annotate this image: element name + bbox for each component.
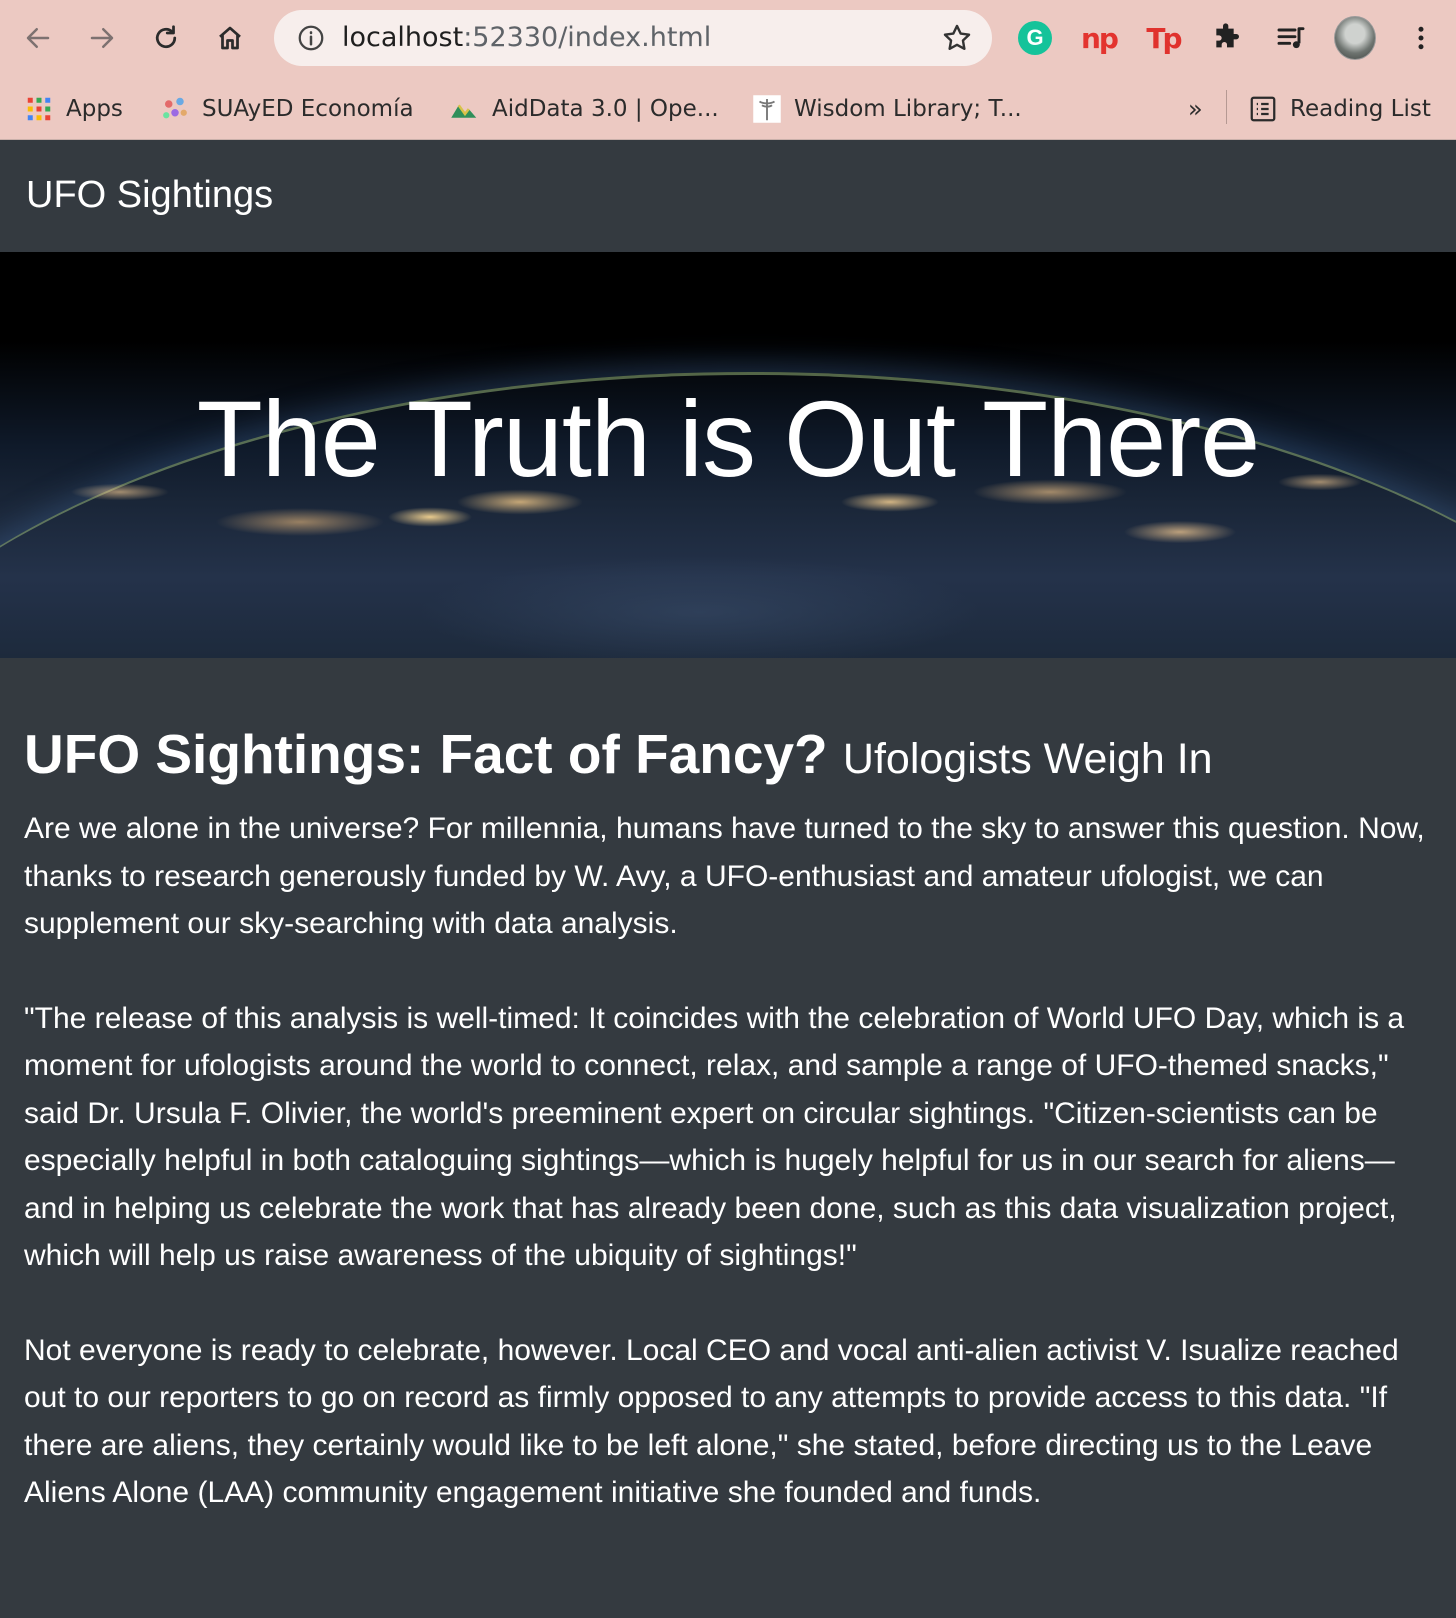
arrow-right-icon <box>90 28 114 48</box>
bookmark-suayed[interactable]: SUAyED Economía <box>160 90 414 128</box>
url-text[interactable]: localhost:52330/index.html <box>342 22 711 53</box>
bookmarks-bar: Apps SUAyED Economía AidData 3.0 | Ope..… <box>0 78 1456 140</box>
home-button[interactable] <box>208 16 252 60</box>
hero-banner: The Truth is Out There <box>0 252 1456 658</box>
bookmarks-overflow-button[interactable]: » <box>1188 90 1203 128</box>
browser-toolbar: localhost:52330/index.html G np Tp <box>0 0 1456 78</box>
bookmark-label: AidData 3.0 | Ope... <box>492 96 719 122</box>
bookmarks-separator <box>1226 90 1227 124</box>
site-info-icon[interactable] <box>296 23 326 53</box>
tp-icon: Tp <box>1146 21 1182 55</box>
extensions-button[interactable] <box>1206 17 1248 59</box>
article: UFO Sightings: Fact of Fancy? Ufologists… <box>24 720 1434 1517</box>
media-button[interactable] <box>1270 17 1312 59</box>
forward-button[interactable] <box>80 16 124 60</box>
reload-button[interactable] <box>144 16 188 60</box>
extensions-puzzle-icon <box>1216 23 1239 48</box>
wisdom-library-icon <box>753 95 781 123</box>
article-headline: UFO Sightings: Fact of Fancy? Ufologists… <box>24 720 1434 793</box>
profile-button[interactable] <box>1334 16 1376 60</box>
np-icon: np <box>1081 21 1119 55</box>
bookmark-label: Apps <box>66 96 123 122</box>
bookmark-label: SUAyED Economía <box>202 96 414 122</box>
menu-kebab-icon <box>1418 26 1424 50</box>
bookmark-wisdom-library[interactable]: Wisdom Library; T... <box>752 90 1022 128</box>
bookmark-apps[interactable]: Apps <box>24 90 123 128</box>
address-bar[interactable]: localhost:52330/index.html <box>274 10 992 66</box>
apps-grid-icon <box>27 97 51 121</box>
reload-icon <box>155 25 177 49</box>
browser-menu-button[interactable] <box>1400 17 1442 59</box>
chevron-double-right-icon: » <box>1188 95 1203 123</box>
bookmark-star-icon[interactable] <box>940 21 974 55</box>
aiddata-icon <box>451 104 477 118</box>
article-paragraph: "The release of this analysis is well-ti… <box>24 1001 1405 1273</box>
home-icon <box>219 26 241 50</box>
site-navbar: UFO Sightings <box>0 140 1456 252</box>
bookmark-aiddata[interactable]: AidData 3.0 | Ope... <box>450 90 719 128</box>
grammarly-icon: G <box>1018 21 1052 55</box>
url-host: localhost <box>342 22 464 53</box>
arrow-left-icon <box>26 28 50 48</box>
headline-text: UFO Sightings: Fact of Fancy? <box>24 723 828 785</box>
suayed-icon <box>163 97 187 119</box>
profile-avatar-icon <box>1334 16 1376 60</box>
bookmark-label: Wisdom Library; T... <box>794 96 1022 122</box>
article-paragraph: Are we alone in the universe? For millen… <box>24 812 1425 940</box>
subheadline-text: Ufologists Weigh In <box>842 735 1213 783</box>
np-extension[interactable]: np <box>1078 17 1120 59</box>
url-path: :52330/index.html <box>463 22 712 53</box>
hero-title: The Truth is Out There <box>196 378 1260 499</box>
reading-list-icon <box>1250 96 1276 122</box>
article-paragraph: Not everyone is ready to celebrate, howe… <box>24 1333 1399 1510</box>
navbar-brand-link[interactable]: UFO Sightings <box>26 174 273 217</box>
grammarly-extension[interactable]: G <box>1014 17 1056 59</box>
media-playlist-icon <box>1277 27 1305 49</box>
reading-list-button[interactable]: Reading List <box>1248 90 1431 128</box>
tp-extension[interactable]: Tp <box>1142 17 1184 59</box>
reading-list-label: Reading List <box>1290 96 1431 122</box>
back-button[interactable] <box>16 16 60 60</box>
